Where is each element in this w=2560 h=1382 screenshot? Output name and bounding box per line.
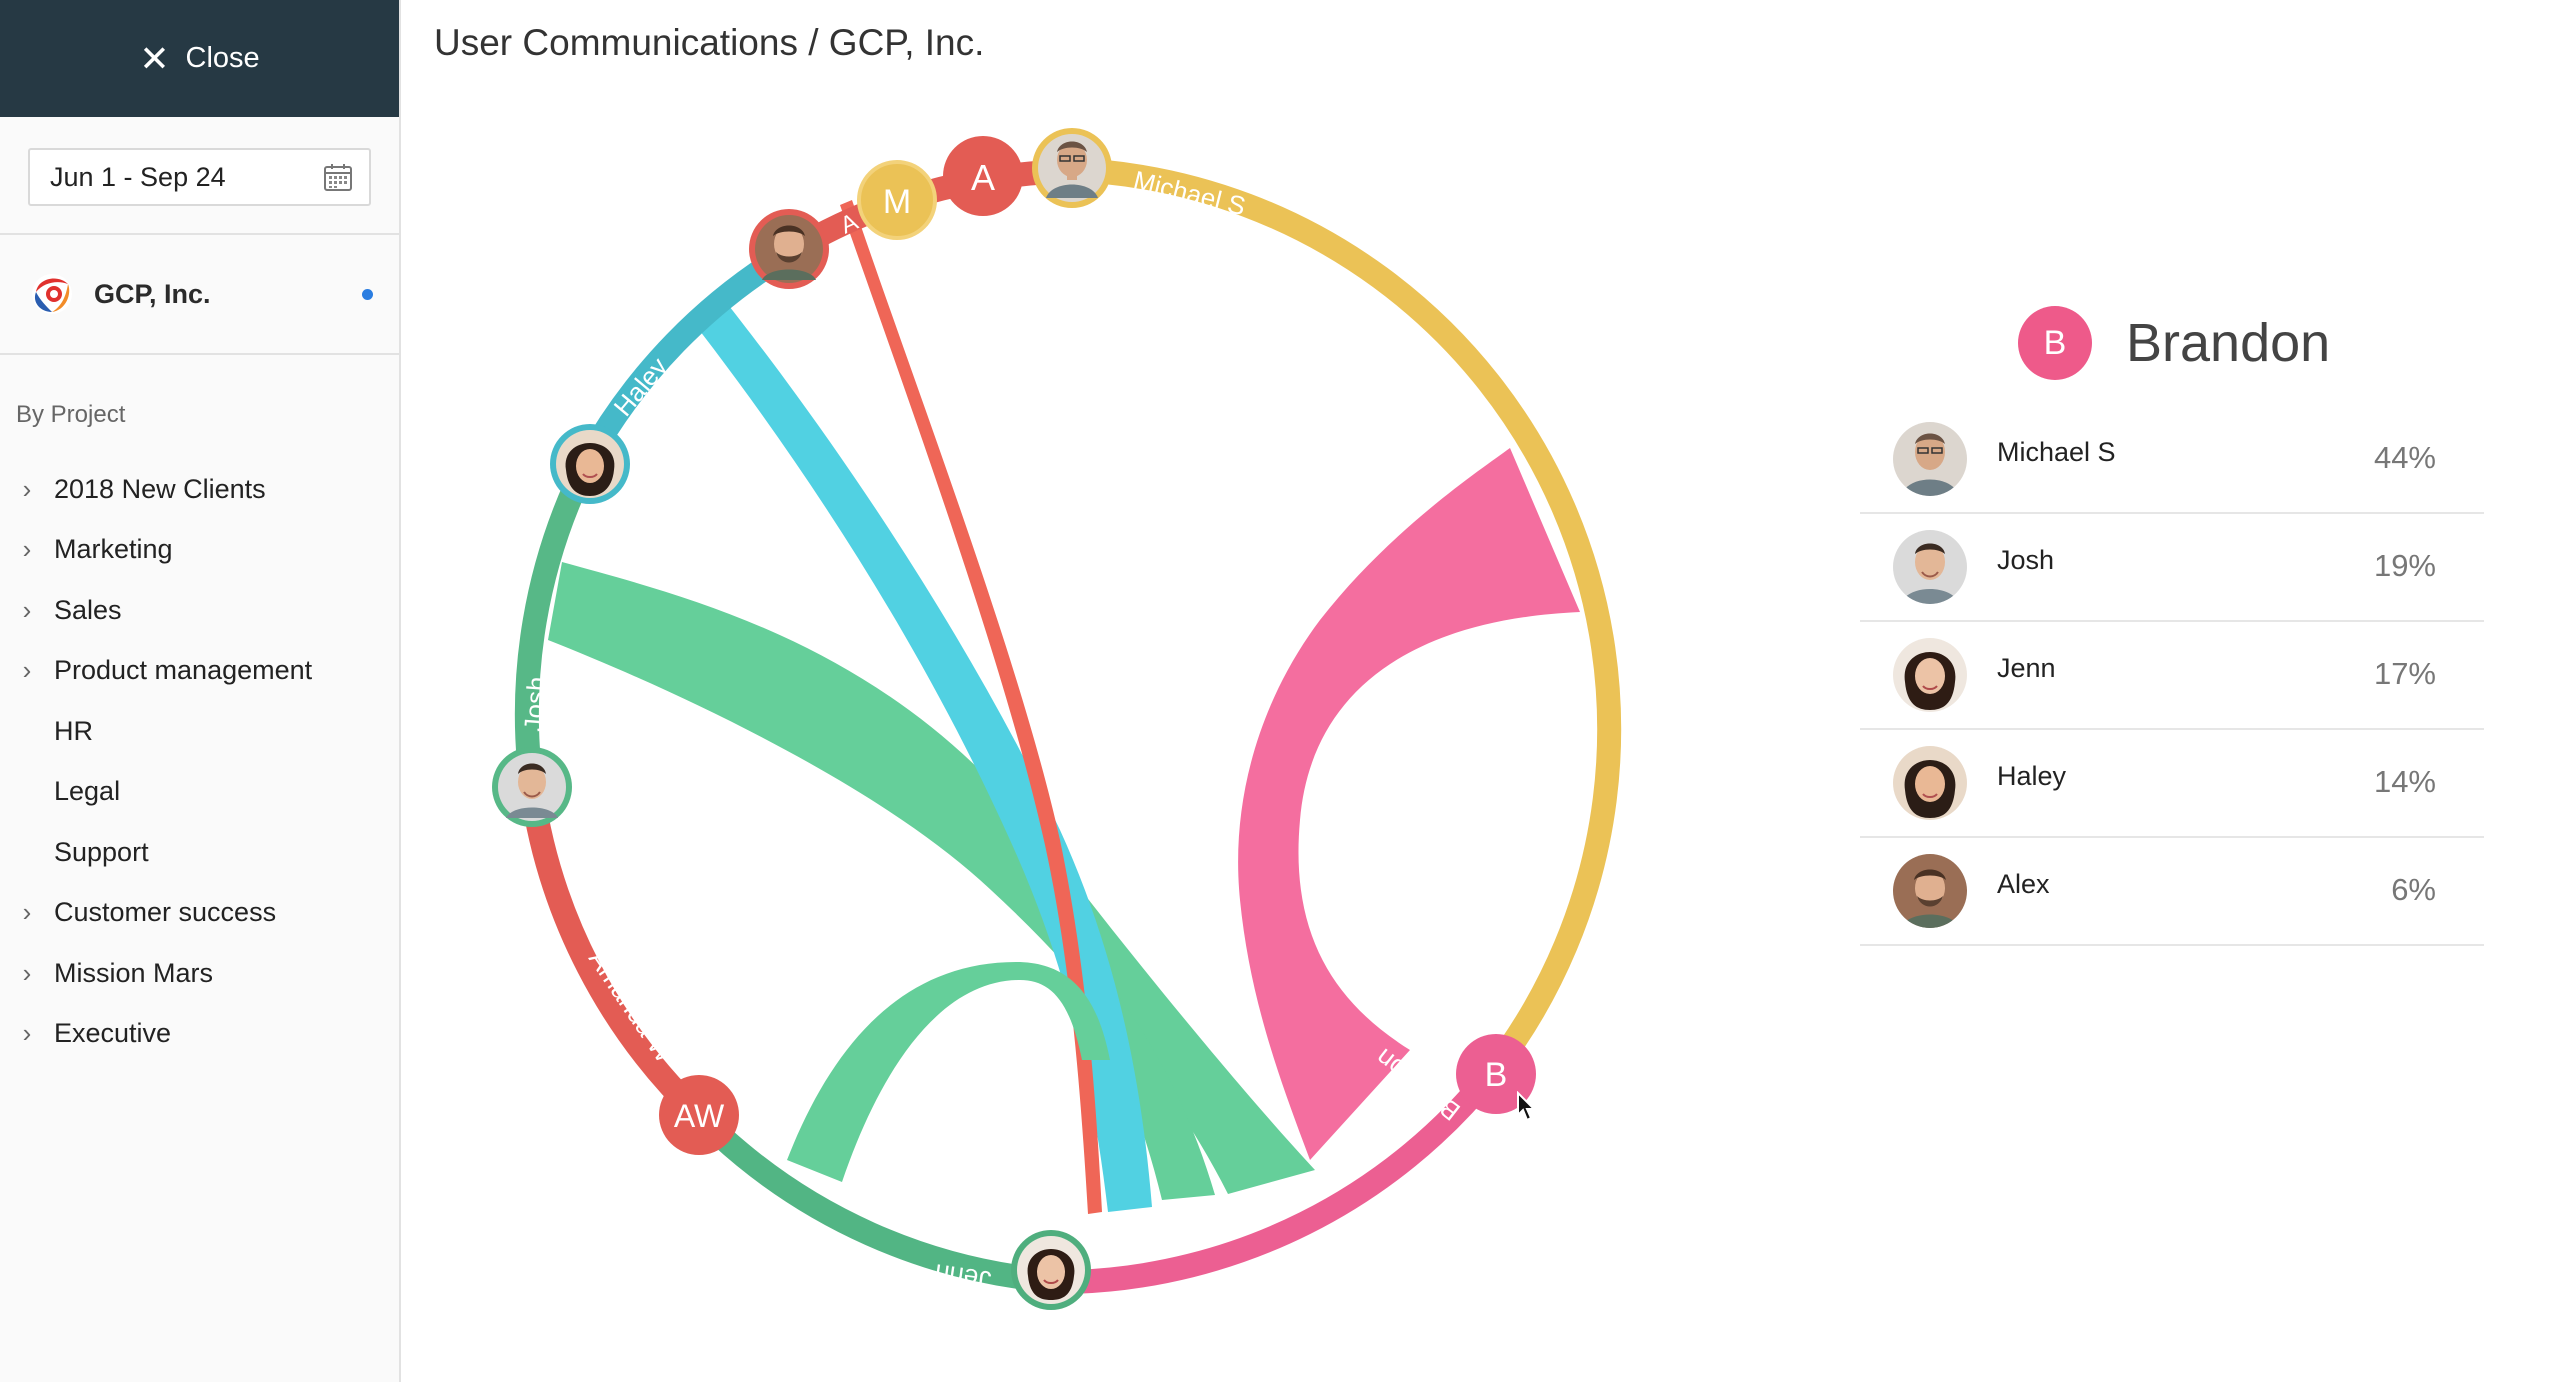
project-label: HR bbox=[54, 715, 93, 746]
detail-avatar: B bbox=[2018, 306, 2092, 380]
sidebar: ✕ Close Jun 1 - Sep 24 GCP, Inc. By Proj… bbox=[0, 0, 401, 1382]
project-label: Legal bbox=[54, 776, 121, 807]
project-label: Support bbox=[54, 836, 149, 867]
contact-row[interactable]: Alex 6% bbox=[1860, 838, 2484, 946]
project-item[interactable]: › 2018 New Clients bbox=[0, 459, 399, 520]
company-name: GCP, Inc. bbox=[94, 278, 211, 309]
arc-label-josh: Josh bbox=[518, 676, 552, 733]
node-amanda[interactable]: AW bbox=[659, 1075, 739, 1155]
section-label: By Project bbox=[16, 401, 126, 428]
arc-label-brandon: Brandon bbox=[1370, 1043, 1466, 1127]
chevron-right-icon[interactable]: › bbox=[0, 958, 54, 989]
contact-row[interactable]: Jenn 17% bbox=[1860, 622, 2484, 730]
chevron-right-icon[interactable]: › bbox=[0, 474, 54, 505]
project-label: Executive bbox=[54, 1018, 172, 1049]
project-label: Product management bbox=[54, 655, 313, 686]
project-label: Sales bbox=[54, 594, 122, 625]
company-selector[interactable]: GCP, Inc. bbox=[0, 235, 399, 355]
chord-diagram: Michael S Brandon Jenn Amanda W Josh Hal… bbox=[492, 128, 1622, 1310]
node-josh[interactable] bbox=[492, 747, 572, 827]
project-item[interactable]: › Executive bbox=[0, 1004, 399, 1065]
avatar bbox=[1893, 638, 1967, 712]
chevron-right-icon[interactable]: › bbox=[0, 1018, 54, 1049]
contact-row[interactable]: Michael S 44% bbox=[1860, 406, 2484, 514]
node-amanda-initial: AW bbox=[674, 1098, 725, 1134]
ribbon-jenn-amanda[interactable] bbox=[787, 961, 1110, 1182]
date-range-value: Jun 1 - Sep 24 bbox=[50, 161, 226, 192]
contact-name: Alex bbox=[1997, 868, 2050, 899]
project-item[interactable]: Legal bbox=[0, 762, 399, 823]
node-a[interactable]: A bbox=[943, 136, 1023, 216]
avatar bbox=[1893, 422, 1967, 496]
project-list: › 2018 New Clients › Marketing › Sales › Produc… bbox=[0, 459, 399, 1064]
detail-header: B Brandon bbox=[2018, 306, 2330, 380]
contact-list: Michael S 44% Josh 19% Jenn 17% Haley 14… bbox=[1860, 406, 2484, 946]
calendar-icon[interactable] bbox=[323, 162, 353, 192]
node-brandon-initial: B bbox=[1485, 1056, 1508, 1094]
arc-label-michael: Michael S bbox=[1131, 165, 1249, 222]
status-dot bbox=[362, 288, 373, 300]
contact-percent: 19% bbox=[2373, 548, 2436, 583]
contact-percent: 14% bbox=[2373, 764, 2436, 799]
avatar bbox=[1893, 530, 1967, 604]
chevron-right-icon[interactable]: › bbox=[0, 655, 54, 686]
company-logo-icon bbox=[32, 274, 72, 314]
contact-percent: 44% bbox=[2373, 440, 2436, 475]
close-icon: ✕ bbox=[139, 37, 170, 79]
close-button[interactable]: ✕ Close bbox=[0, 0, 399, 117]
contact-name: Jenn bbox=[1997, 652, 2056, 683]
contact-name: Josh bbox=[1997, 544, 2055, 575]
mouse-cursor-icon bbox=[1517, 1091, 1537, 1122]
project-label: Marketing bbox=[54, 534, 173, 565]
project-item[interactable]: › Customer success bbox=[0, 883, 399, 944]
detail-name: Brandon bbox=[2126, 313, 2331, 373]
close-label: Close bbox=[185, 42, 260, 74]
date-range-section: Jun 1 - Sep 24 bbox=[0, 117, 399, 235]
project-item[interactable]: › Mission Mars bbox=[0, 943, 399, 1004]
contact-row[interactable]: Josh 19% bbox=[1860, 514, 2484, 622]
contact-name: Michael S bbox=[1997, 436, 2116, 467]
contact-percent: 6% bbox=[2391, 872, 2436, 907]
node-m[interactable]: M bbox=[857, 160, 937, 240]
chord-ribbons bbox=[548, 200, 1580, 1214]
contact-percent: 17% bbox=[2373, 656, 2436, 691]
project-label: 2018 New Clients bbox=[54, 473, 266, 504]
avatar bbox=[1893, 746, 1967, 820]
node-m-initial: M bbox=[883, 183, 911, 221]
project-item[interactable]: HR bbox=[0, 701, 399, 762]
project-label: Customer success bbox=[54, 897, 277, 928]
date-range-field[interactable]: Jun 1 - Sep 24 bbox=[28, 148, 371, 206]
chevron-right-icon[interactable]: › bbox=[0, 534, 54, 565]
project-item[interactable]: Support bbox=[0, 822, 399, 883]
avatar bbox=[1893, 854, 1967, 928]
project-item[interactable]: › Marketing bbox=[0, 520, 399, 581]
contact-name: Haley bbox=[1997, 760, 2067, 791]
project-item[interactable]: › Sales bbox=[0, 580, 399, 641]
project-item[interactable]: › Product management bbox=[0, 641, 399, 702]
chevron-right-icon[interactable]: › bbox=[0, 595, 54, 626]
node-a-initial: A bbox=[971, 157, 995, 198]
contact-row[interactable]: Haley 14% bbox=[1860, 730, 2484, 838]
node-michael[interactable] bbox=[1032, 128, 1112, 208]
node-jenn[interactable] bbox=[1011, 1230, 1091, 1310]
chevron-right-icon[interactable]: › bbox=[0, 897, 54, 928]
page-title: User Communications / GCP, Inc. bbox=[434, 22, 985, 63]
node-haley[interactable] bbox=[550, 424, 630, 504]
node-alex[interactable] bbox=[749, 209, 829, 289]
arc-amanda[interactable] bbox=[520, 788, 709, 1125]
project-label: Mission Mars bbox=[54, 957, 214, 988]
